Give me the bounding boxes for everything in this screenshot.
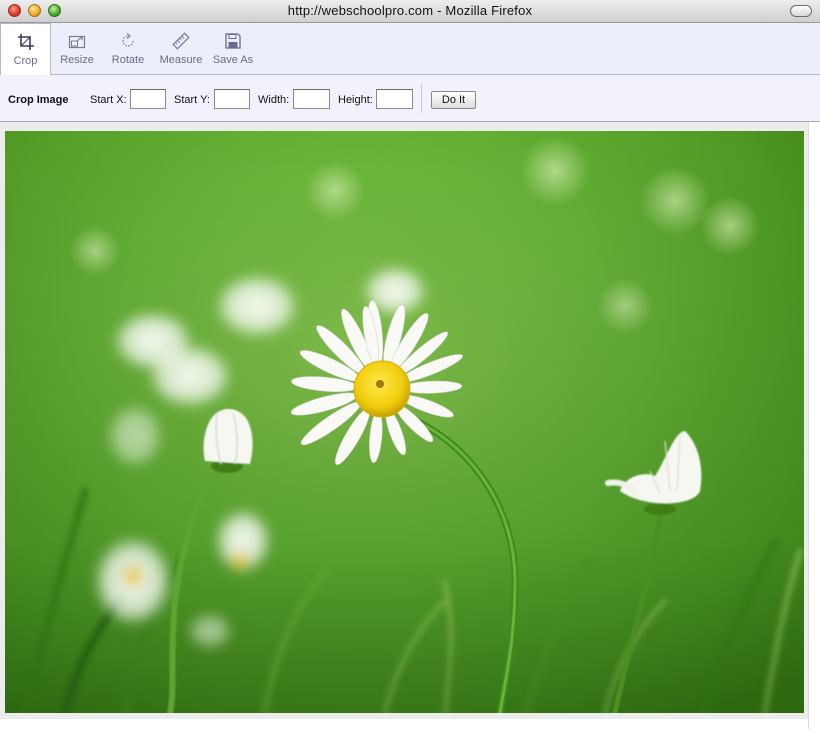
rotate-icon [122,33,134,47]
image-toolbar: Crop Resize Rotate Measure Save As [0,23,820,75]
daisy-photo[interactable] [5,131,804,713]
crop-icon [17,34,34,50]
start-y-label: Start Y: [174,94,210,106]
title-bar: http://webschoolpro.com - Mozilla Firefo… [0,0,820,23]
crop-options-bar: Crop Image Start X: Start Y: Width: Heig… [0,75,820,122]
browser-window: http://webschoolpro.com - Mozilla Firefo… [0,0,820,729]
tool-resize-label: Resize [60,54,94,66]
tool-crop-label: Crop [13,55,38,67]
tool-resize[interactable]: Resize [56,23,98,74]
tool-measure[interactable]: Measure [157,23,205,74]
width-label: Width: [258,94,290,106]
image-frame [0,122,808,719]
options-divider [421,83,422,113]
toolbar-toggle-button[interactable] [790,5,812,17]
window-title: http://webschoolpro.com - Mozilla Firefo… [287,3,533,18]
tool-rotate[interactable]: Rotate [107,23,149,74]
do-it-button[interactable]: Do It [431,91,476,109]
image-workspace [0,122,820,729]
width-input[interactable] [293,89,330,109]
height-input[interactable] [376,89,413,109]
floppy-disk-icon [225,33,241,49]
ruler-icon [172,32,190,50]
tool-save-as-label: Save As [212,54,254,66]
scroll-edge [808,122,820,729]
tool-measure-label: Measure [159,54,203,66]
start-x-input[interactable] [130,89,166,109]
height-label: Height: [338,94,373,106]
tool-save-as[interactable]: Save As [211,23,255,74]
tool-rotate-label: Rotate [111,54,145,66]
start-y-input[interactable] [214,89,250,109]
resize-icon [68,35,86,49]
tool-crop[interactable]: Crop [0,23,51,75]
crop-image-heading: Crop Image [8,94,69,106]
start-x-label: Start X: [90,94,127,106]
